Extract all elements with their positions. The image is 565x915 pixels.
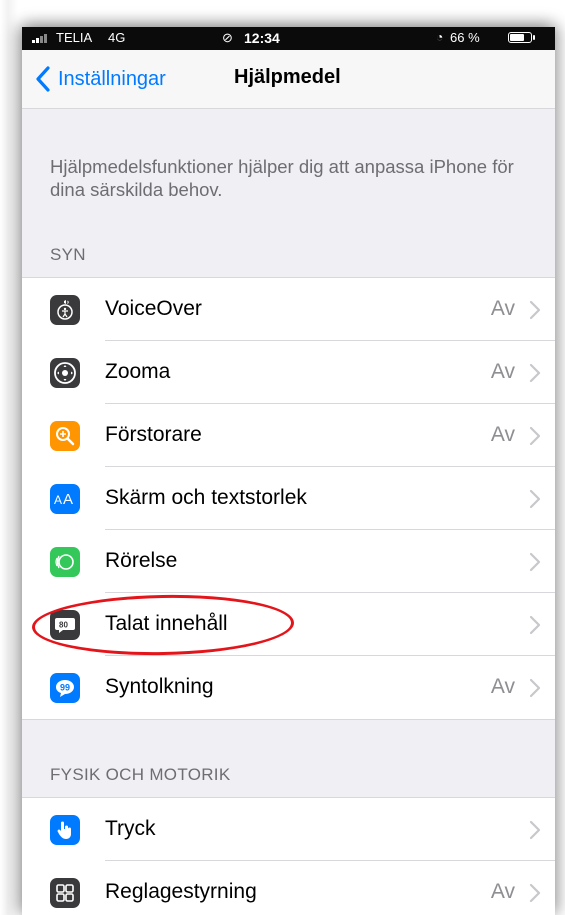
text-size-icon: AA [50, 484, 80, 514]
clock: 12:34 [244, 30, 280, 46]
switch-control-icon [50, 878, 80, 908]
row-label: VoiceOver [105, 297, 202, 320]
chevron-right-icon [529, 363, 541, 383]
row-voiceover[interactable]: VoiceOver Av [22, 278, 555, 341]
chevron-right-icon [529, 820, 541, 840]
section-header-fysik-och-motorik: FYSIK OCH MOTORIK [50, 765, 231, 784]
magnifier-icon [50, 421, 80, 451]
row-forstorare[interactable]: Förstorare Av [22, 404, 555, 467]
voiceover-icon [50, 295, 80, 325]
network-label: 4G [108, 30, 126, 45]
row-syntolkning[interactable]: 99 Syntolkning Av [22, 656, 555, 719]
row-label: Förstorare [105, 423, 202, 446]
row-label: Reglagestyrning [105, 880, 257, 903]
svg-text:80: 80 [59, 621, 68, 630]
row-value: Av [490, 880, 515, 903]
row-rorelse[interactable]: Rörelse [22, 530, 555, 593]
spoken-content-icon: 80 [50, 610, 80, 640]
svg-text:A: A [54, 493, 62, 507]
row-label: Tryck [105, 817, 156, 840]
row-label: Talat innehåll [105, 612, 228, 635]
chevron-right-icon [529, 678, 541, 698]
back-button-label: Inställningar [58, 67, 166, 90]
chevron-right-icon [529, 883, 541, 903]
motion-icon [50, 547, 80, 577]
battery-percent: 66 % [450, 30, 480, 45]
section-header-syn: SYN [50, 245, 86, 264]
zoom-icon [50, 358, 80, 388]
audio-description-icon: 99 [50, 673, 80, 703]
touch-icon [50, 815, 80, 845]
back-button[interactable]: Inställningar [32, 64, 166, 94]
chevron-left-icon [36, 66, 50, 92]
chevron-right-icon [529, 615, 541, 635]
orientation-lock-icon: ⊘ [222, 30, 233, 45]
row-reglagestyrning[interactable]: Reglagestyrning Av [22, 861, 555, 915]
row-label: Skärm och textstorlek [105, 486, 307, 509]
svg-text:99: 99 [60, 683, 70, 693]
phone-screen: TELIA 4G ⊘ 12:34 ◔ 66 % Inställningar Hj… [22, 27, 555, 915]
intro-description: Hjälpmedelsfunktioner hjälper dig att an… [50, 156, 514, 200]
row-value: Av [490, 675, 515, 698]
row-label: Rörelse [105, 549, 178, 572]
battery-tip [533, 35, 535, 40]
alarm-icon: ◔ [436, 30, 444, 44]
page-title: Hjälpmedel [234, 66, 341, 88]
chevron-right-icon [529, 552, 541, 572]
signal-strength-icon [32, 33, 47, 43]
chevron-right-icon [529, 426, 541, 446]
row-value: Av [490, 423, 515, 446]
status-bar: TELIA 4G ⊘ 12:34 ◔ 66 % [22, 27, 555, 50]
row-zooma[interactable]: Zooma Av [22, 341, 555, 404]
row-value: Av [490, 360, 515, 383]
fysik-settings-group: Tryck Reglagestyrning Av [22, 797, 555, 915]
row-tryck[interactable]: Tryck [22, 798, 555, 861]
battery-icon [508, 32, 532, 43]
carrier-label: TELIA [56, 30, 93, 45]
row-talat-innehall[interactable]: 80 Talat innehåll [22, 593, 555, 656]
row-skarm-och-textstorlek[interactable]: AA Skärm och textstorlek [22, 467, 555, 530]
chevron-right-icon [529, 300, 541, 320]
row-label: Zooma [105, 360, 171, 383]
svg-text:A: A [63, 491, 73, 508]
navigation-bar: Inställningar Hjälpmedel [22, 50, 555, 109]
row-label: Syntolkning [105, 675, 214, 698]
chevron-right-icon [529, 489, 541, 509]
syn-settings-group: VoiceOver Av Zooma Av Förstorare Av A A … [22, 277, 555, 720]
row-value: Av [490, 297, 515, 320]
